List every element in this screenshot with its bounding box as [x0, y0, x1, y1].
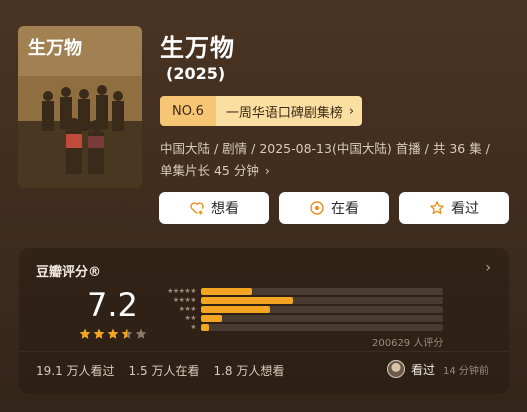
- rating-score: 7.2: [87, 286, 138, 324]
- distribution-track: [201, 323, 443, 331]
- distribution-track: [201, 287, 443, 295]
- meta-line-1: 中国大陆 / 剧情 / 2025-08-13(中国大陆) 首播 / 共 36 集…: [160, 141, 490, 156]
- show-year: (2025): [166, 64, 226, 83]
- raters-count: 200629 人评分: [372, 338, 444, 349]
- distribution-stars: ★★★★: [172, 296, 197, 304]
- star-icon: [430, 201, 444, 215]
- avatar: [387, 360, 405, 378]
- poster-title-text: 生万物: [28, 37, 82, 59]
- rating-star-icon: [107, 328, 119, 339]
- friend-status-time: 14 分钟前: [443, 365, 489, 377]
- rating-star-icon: [79, 328, 91, 339]
- stat-watching: 1.5 万人在看: [128, 364, 200, 378]
- stat-want: 1.8 万人想看: [213, 364, 285, 378]
- rank-chart-link: 一周华语口碑剧集榜 ›: [215, 96, 363, 126]
- rank-badge[interactable]: NO.6 一周华语口碑剧集榜 ›: [160, 96, 363, 126]
- rating-heading: 豆瓣评分®: [36, 265, 102, 280]
- want-label: 想看: [211, 201, 239, 217]
- rating-star-icon: [93, 328, 105, 339]
- rank-chart-label: 一周华语口碑剧集榜: [225, 105, 343, 121]
- distribution-track: [201, 296, 443, 304]
- friend-status[interactable]: 看过 14 分钟前: [387, 360, 489, 378]
- distribution-track: [201, 305, 443, 313]
- rating-distribution: ★★★★★ ★★★★ ★★★ ★★ ★: [157, 287, 443, 332]
- watching-label: 在看: [331, 201, 359, 217]
- distribution-bar: [201, 323, 210, 331]
- rating-star-icon: [121, 328, 133, 339]
- distribution-bar: [201, 305, 271, 313]
- poster-art: 生万物: [18, 26, 142, 188]
- rating-star-icon: [135, 328, 147, 339]
- audience-stats: 19.1 万人看过 1.5 万人在看 1.8 万人想看: [36, 362, 284, 379]
- poster-image[interactable]: 生万物: [18, 26, 142, 188]
- want-to-watch-button[interactable]: 想看: [159, 192, 269, 224]
- distribution-stars: ★★: [184, 314, 196, 322]
- watched-button[interactable]: 看过: [399, 192, 509, 224]
- distribution-bar: [201, 296, 294, 304]
- rank-number: NO.6: [160, 96, 216, 126]
- chevron-right-icon[interactable]: ›: [485, 260, 491, 276]
- chevron-right-icon: ›: [260, 163, 270, 178]
- friend-status-label: 看过: [411, 362, 436, 377]
- chevron-right-icon: ›: [348, 103, 355, 119]
- distribution-row: ★★★★★: [157, 287, 443, 295]
- distribution-track: [201, 314, 443, 322]
- watched-label: 看过: [451, 201, 479, 217]
- distribution-stars: ★★★: [178, 305, 197, 313]
- distribution-bar: [201, 287, 252, 295]
- divider: [19, 351, 509, 352]
- distribution-row: ★★★★: [157, 296, 443, 304]
- distribution-row: ★★★: [157, 305, 443, 313]
- target-icon: [310, 201, 324, 215]
- action-buttons: 想看 在看 看过: [159, 192, 509, 224]
- rating-stars: [79, 328, 147, 340]
- distribution-bar: [201, 314, 223, 322]
- distribution-stars: ★★★★★: [167, 287, 196, 295]
- distribution-stars: ★: [190, 323, 196, 331]
- watching-button[interactable]: 在看: [279, 192, 389, 224]
- stat-watched: 19.1 万人看过: [36, 364, 115, 378]
- rating-card[interactable]: 豆瓣评分® › 7.2 ★★★★★ ★★★★ ★★★ ★★ ★ 200629 人评分 1…: [19, 248, 509, 394]
- show-title: 生万物: [160, 34, 235, 62]
- meta-line-2: 单集片长 45 分钟: [160, 163, 259, 178]
- show-meta[interactable]: 中国大陆 / 剧情 / 2025-08-13(中国大陆) 首播 / 共 36 集…: [160, 138, 520, 182]
- heart-plus-icon: [190, 202, 204, 215]
- distribution-row: ★: [157, 323, 443, 331]
- distribution-row: ★★: [157, 314, 443, 322]
